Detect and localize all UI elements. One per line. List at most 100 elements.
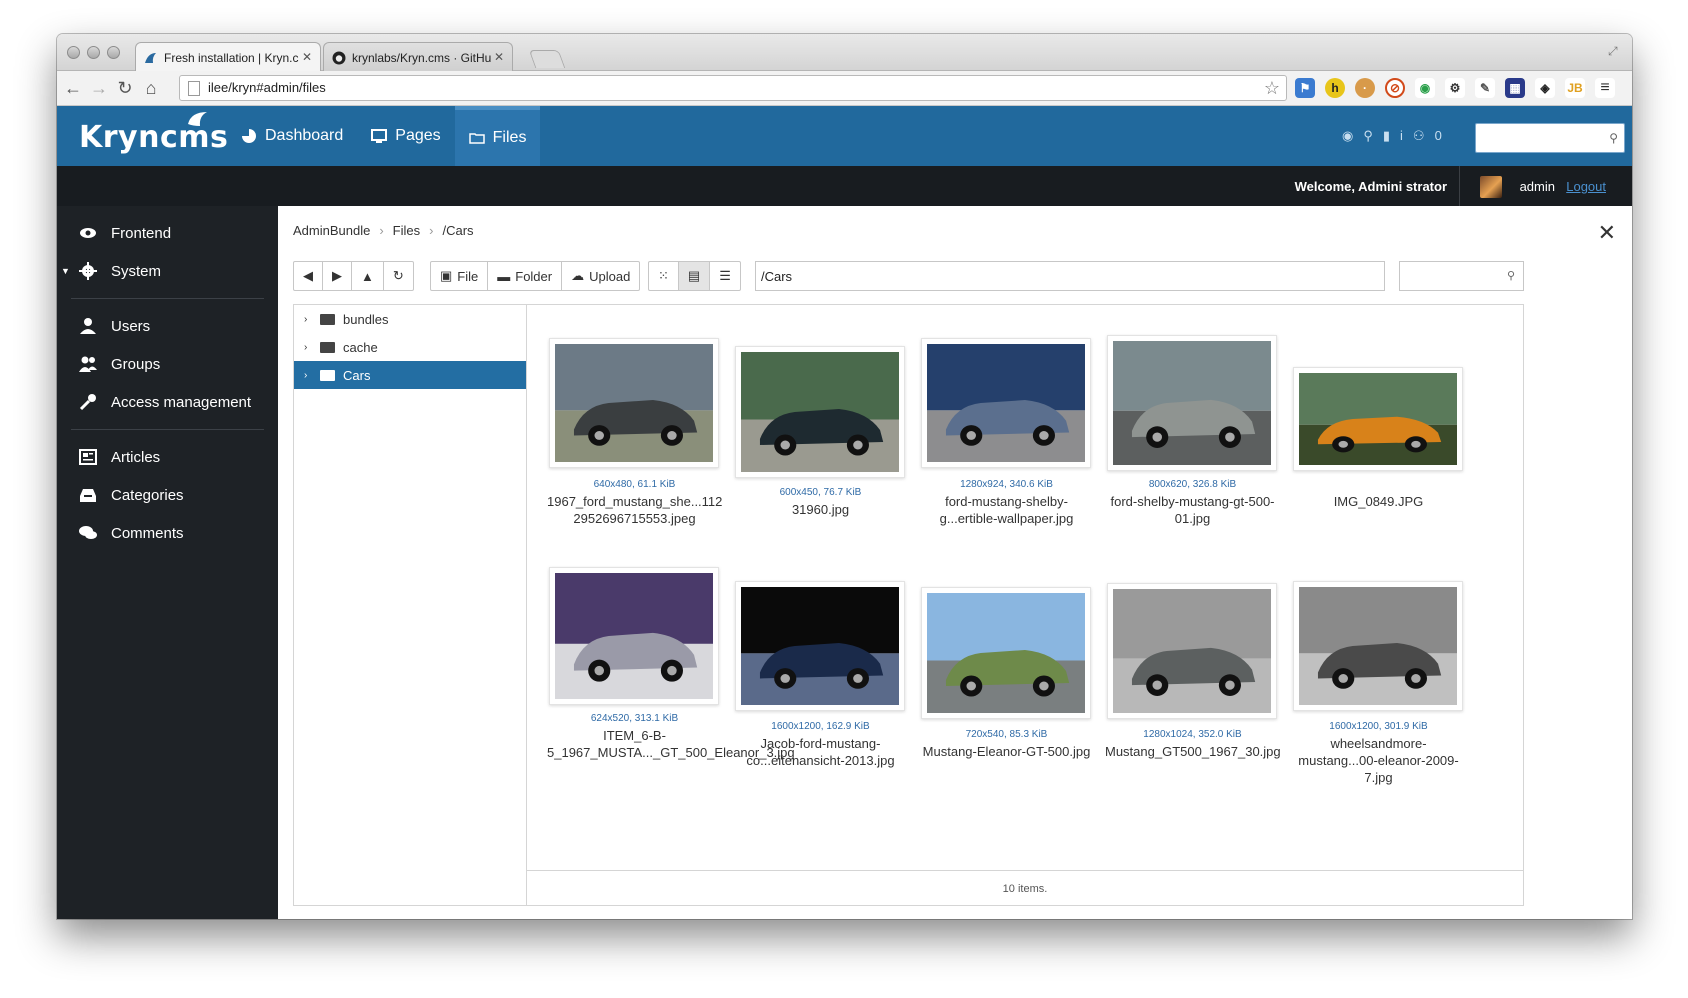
breadcrumb-item[interactable]: /Cars [442,223,473,238]
browser-tab[interactable]: krynlabs/Kryn.cms · GitHu ✕ [323,42,513,72]
new-folder-button[interactable]: ▬ Folder [488,262,563,290]
back-icon[interactable]: ← [63,78,83,98]
close-icon[interactable]: ✕ [1598,220,1616,246]
nav-label: Dashboard [265,127,344,144]
gear-icon[interactable]: ⚙ [1445,78,1465,98]
cloud-upload-icon: ☁ [571,268,585,283]
upload-button[interactable]: ☁ Upload [562,262,639,290]
header-search-input[interactable]: ⚲ [1475,123,1625,153]
nav-dashboard[interactable]: Dashboard [227,106,357,166]
file-meta: 800x620, 326.8 KiB [1148,479,1237,490]
extension-icon[interactable]: h [1325,78,1345,98]
file-meta: 600x450, 76.7 KiB [779,487,862,498]
cookie-icon[interactable]: · [1355,78,1375,98]
back-button[interactable]: ◀ [294,262,323,290]
path-input[interactable]: /Cars [755,261,1385,291]
file-item[interactable]: 1600x1200, 301.9 KiB wheelsandmore-musta… [1291,567,1466,787]
extension-icon[interactable]: ⚑ [1295,78,1315,98]
tree-item-bundles[interactable]: › bundles [294,305,526,333]
users-online-icon[interactable]: ⚇ [1413,128,1425,144]
file-item[interactable]: 600x450, 76.7 KiB 31960.jpg [733,335,908,535]
file-item[interactable]: 1600x1200, 162.9 KiB Jacob-ford-mustang-… [733,567,908,787]
maximize-window-button[interactable] [107,46,120,59]
chevron-right-icon[interactable]: › [304,314,312,325]
file-item[interactable]: 800x620, 326.8 KiB ford-shelby-mustang-g… [1105,335,1280,535]
file-search-input[interactable]: ⚲ [1399,261,1524,291]
chevron-right-icon[interactable]: › [304,342,312,353]
search-icon: ⚲ [1506,270,1515,282]
sidebar-item-frontend[interactable]: Frontend [57,214,278,252]
sidebar-item-articles[interactable]: Articles [57,438,278,476]
extension-icon[interactable]: ▦ [1505,78,1525,98]
sidebar-item-label: Groups [111,355,161,373]
close-tab-icon[interactable]: ✕ [302,50,312,64]
new-tab-button[interactable] [528,50,566,68]
home-icon[interactable]: ⌂ [141,78,161,98]
file-meta: 1600x1200, 162.9 KiB [771,721,870,732]
thumbnails-icon: ▤ [687,268,701,283]
triangle-right-icon: ▶ [332,268,342,283]
extension-icon[interactable]: ◉ [1415,78,1435,98]
caret-down-icon[interactable]: ▼ [61,266,70,276]
refresh-button[interactable]: ↻ [384,262,413,290]
minimize-window-button[interactable] [87,46,100,59]
eye-icon[interactable]: ◉ [1342,128,1353,144]
extension-icons: ⚑ h · ⊘ ◉ ⚙ ✎ ▦ ◈ JB ≡ [1295,78,1615,98]
file-name: IMG_0849.JPG [1333,494,1424,509]
file-item[interactable]: 624x520, 313.1 KiB ITEM_6-B-5_1967_MUSTA… [547,567,795,787]
new-file-button[interactable]: ▣ File [431,262,489,290]
mask-icon[interactable]: ◈ [1535,78,1555,98]
file-name: 1967_ford_mustang_she...112 295269671555… [547,494,723,526]
file-item[interactable]: IMG_0849.JPG [1291,335,1466,535]
sidebar-item-system[interactable]: ▼ System [57,252,278,290]
tree-item-cars[interactable]: › Cars [294,361,526,389]
sidebar-item-groups[interactable]: Groups [57,345,278,383]
tree-item-cache[interactable]: › cache [294,333,526,361]
close-tab-icon[interactable]: ✕ [494,50,504,64]
button-label: File [457,268,479,284]
breadcrumb-item[interactable]: AdminBundle [293,223,370,238]
search-icon[interactable]: ⚲ [1363,128,1373,144]
menu-icon[interactable]: ≡ [1595,78,1615,98]
chevron-right-icon[interactable]: › [304,370,312,381]
reload-icon[interactable]: ↻ [115,78,135,98]
nav-files[interactable]: Files [454,106,541,166]
welcome-text: Welcome, Admini strator [1294,179,1447,194]
file-item[interactable]: 1280x1024, 352.0 KiB Mustang_GT500_1967_… [1105,567,1281,787]
info-icon[interactable]: i [1400,128,1403,144]
sidebar-item-label: Categories [111,486,184,504]
block-icon[interactable]: ⊘ [1385,78,1405,98]
fullscreen-icon[interactable]: ⤢ [1608,44,1622,58]
divider [1459,166,1460,206]
jb-icon[interactable]: JB [1565,78,1585,98]
logout-link[interactable]: Logout [1566,179,1606,194]
sidebar-item-label: Frontend [111,224,172,242]
forward-icon[interactable]: → [89,78,109,98]
sidebar-item-categories[interactable]: Categories [57,476,278,514]
view-list-button[interactable]: ☰ [710,262,740,290]
create-button-group: ▣ File ▬ Folder ☁ Upload [430,261,641,291]
file-item[interactable]: 640x480, 61.1 KiB 1967_ford_mustang_she.… [547,335,722,535]
eyedropper-icon[interactable]: ✎ [1475,78,1495,98]
sidebar-item-access-management[interactable]: Access management [57,383,278,421]
file-item[interactable]: 720x540, 85.3 KiB Mustang-Eleanor-GT-500… [919,567,1094,787]
browser-tab-active[interactable]: Fresh installation | Kryn.c ✕ [135,42,321,72]
car-image [1299,373,1457,465]
bookmark-star-icon[interactable]: ☆ [1264,78,1280,99]
nav-label: Pages [395,127,441,144]
nav-pages[interactable]: Pages [357,106,454,166]
up-button[interactable]: ▲ [352,262,384,290]
breadcrumb-item[interactable]: Files [393,223,420,238]
close-window-button[interactable] [67,46,80,59]
avatar[interactable] [1480,176,1502,198]
button-label: Upload [589,268,631,284]
trash-icon[interactable]: ▮ [1383,128,1390,144]
forward-button[interactable]: ▶ [323,262,352,290]
key-icon [79,394,96,411]
file-item[interactable]: 1280x924, 340.6 KiB ford-mustang-shelby-… [919,335,1094,535]
view-grid-button[interactable]: ⁙ [649,262,679,290]
address-bar[interactable]: ilee/kryn#admin/files ☆ [179,75,1287,101]
sidebar-item-comments[interactable]: Comments [57,514,278,552]
sidebar-item-users[interactable]: Users [57,307,278,345]
view-thumbnails-button[interactable]: ▤ [678,262,711,290]
